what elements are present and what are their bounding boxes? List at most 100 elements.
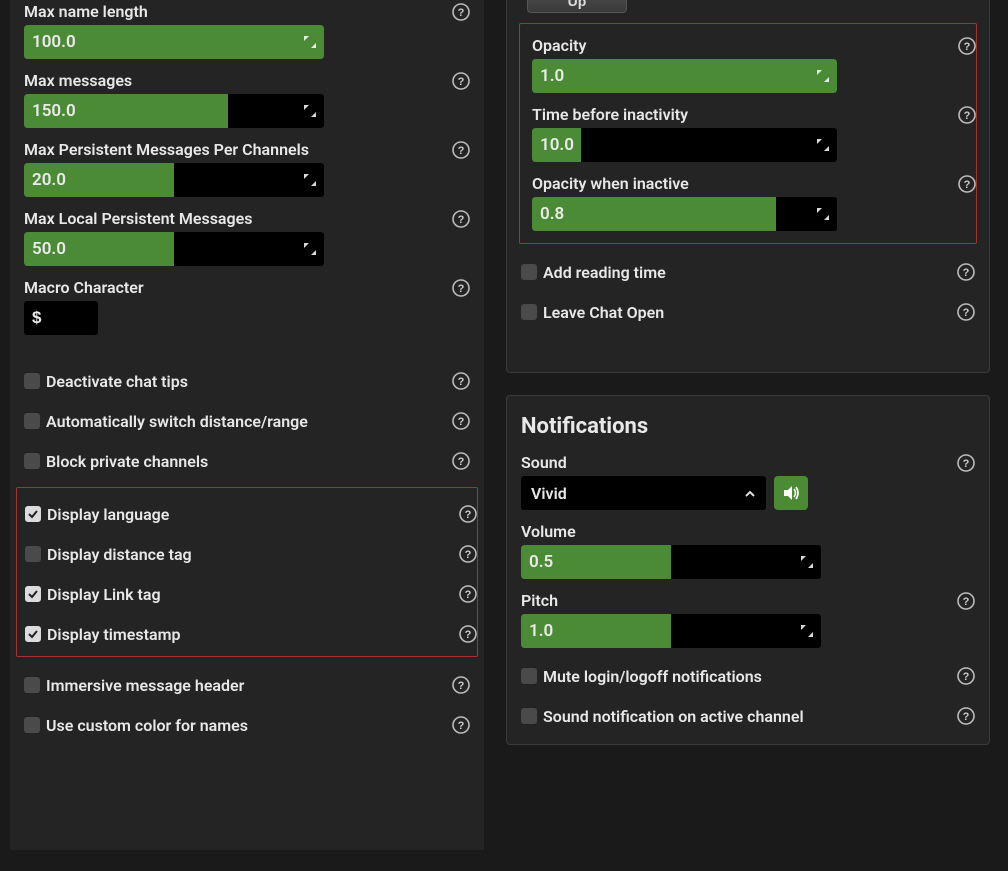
up-button[interactable]: Up (527, 0, 627, 13)
display-link-tag-label: Display Link tag (47, 585, 161, 604)
pitch-slider[interactable]: 1.0 (521, 614, 821, 648)
checkbox-leave-chat-open[interactable] (521, 304, 537, 320)
play-sound-button[interactable] (774, 476, 808, 510)
macro-character-input[interactable] (24, 301, 98, 335)
resize-icon (304, 36, 316, 48)
field-max-local-persistent: Max Local Persistent Messages 50.0 (24, 209, 470, 266)
sound-dropdown[interactable]: Vivid (521, 476, 766, 510)
help-icon[interactable] (452, 3, 470, 21)
deactivate-chat-tips-label: Deactivate chat tips (46, 372, 188, 391)
field-opacity: Opacity 1.0 (532, 36, 964, 93)
row-immersive-header: Immersive message header (24, 673, 470, 697)
checkbox-display-link-tag[interactable] (25, 586, 41, 602)
block-private-channels-label: Block private channels (46, 452, 208, 471)
help-icon[interactable] (452, 72, 470, 90)
checkbox-block-private-channels[interactable] (24, 453, 40, 469)
checkbox-autoswitch-distance[interactable] (24, 413, 40, 429)
max-name-length-value: 100.0 (24, 32, 76, 52)
opacity-slider[interactable]: 1.0 (532, 59, 837, 93)
max-messages-slider[interactable]: 150.0 (24, 94, 324, 128)
help-icon[interactable] (459, 625, 477, 643)
help-icon[interactable] (957, 303, 975, 321)
right-top-panel: Up Opacity 1.0 Time before inactivity 10… (506, 0, 990, 373)
max-persistent-label: Max Persistent Messages Per Channels (24, 140, 470, 159)
help-icon[interactable] (459, 505, 477, 523)
help-icon[interactable] (957, 592, 975, 610)
help-icon[interactable] (957, 707, 975, 725)
help-icon[interactable] (452, 452, 470, 470)
resize-icon (817, 139, 829, 151)
resize-icon (801, 625, 813, 637)
max-local-persistent-label: Max Local Persistent Messages (24, 209, 470, 228)
checkbox-display-distance-tag[interactable] (25, 546, 41, 562)
max-local-persistent-value: 50.0 (24, 239, 66, 259)
volume-value: 0.5 (521, 552, 553, 572)
help-icon[interactable] (452, 279, 470, 297)
opacity-inactive-value: 0.8 (532, 204, 564, 224)
resize-icon (304, 243, 316, 255)
row-autoswitch-distance: Automatically switch distance/range (24, 409, 470, 433)
field-max-messages: Max messages 150.0 (24, 71, 470, 128)
row-sound-active-channel: Sound notification on active channel (521, 704, 975, 728)
notifications-panel: Notifications Sound Vivid Volume 0.5 (506, 395, 990, 745)
row-leave-chat-open: Leave Chat Open (521, 300, 975, 324)
row-add-reading-time: Add reading time (521, 260, 975, 284)
checkbox-display-timestamp[interactable] (25, 626, 41, 642)
help-icon[interactable] (452, 210, 470, 228)
time-before-inactivity-slider[interactable]: 10.0 (532, 128, 837, 162)
row-display-link-tag: Display Link tag (25, 582, 469, 606)
help-icon[interactable] (459, 545, 477, 563)
opacity-label: Opacity (532, 36, 964, 55)
sound-label: Sound (521, 453, 975, 472)
time-before-inactivity-value: 10.0 (532, 135, 574, 155)
help-icon[interactable] (452, 676, 470, 694)
help-icon[interactable] (452, 372, 470, 390)
display-distance-tag-label: Display distance tag (47, 545, 192, 564)
resize-icon (801, 556, 813, 568)
custom-color-names-label: Use custom color for names (46, 716, 248, 735)
max-name-length-slider[interactable]: 100.0 (24, 25, 324, 59)
help-icon[interactable] (958, 37, 976, 55)
opacity-inactive-slider[interactable]: 0.8 (532, 197, 837, 231)
checkbox-sound-active-channel[interactable] (521, 708, 537, 724)
max-messages-value: 150.0 (24, 101, 76, 121)
help-icon[interactable] (452, 141, 470, 159)
help-icon[interactable] (459, 585, 477, 603)
volume-slider[interactable]: 0.5 (521, 545, 821, 579)
display-timestamp-label: Display timestamp (47, 625, 181, 644)
left-settings-panel: Max name length 100.0 Max messages 150.0… (10, 0, 484, 850)
checkbox-add-reading-time[interactable] (521, 264, 537, 280)
checkbox-custom-color-names[interactable] (24, 717, 40, 733)
checkbox-immersive-header[interactable] (24, 677, 40, 693)
max-persistent-slider[interactable]: 20.0 (24, 163, 324, 197)
field-volume: Volume 0.5 (521, 522, 975, 579)
immersive-header-label: Immersive message header (46, 676, 244, 695)
max-local-persistent-slider[interactable]: 50.0 (24, 232, 324, 266)
add-reading-time-label: Add reading time (543, 263, 666, 282)
mute-login-logoff-label: Mute login/logoff notifications (543, 667, 762, 686)
resize-icon (304, 174, 316, 186)
autoswitch-distance-label: Automatically switch distance/range (46, 412, 308, 431)
caret-up-icon (744, 484, 756, 503)
display-language-label: Display language (47, 505, 169, 524)
help-icon[interactable] (958, 106, 976, 124)
help-icon[interactable] (452, 716, 470, 734)
help-icon[interactable] (957, 454, 975, 472)
checkbox-mute-login-logoff[interactable] (521, 668, 537, 684)
help-icon[interactable] (957, 667, 975, 685)
sound-value: Vivid (531, 484, 567, 503)
checkbox-deactivate-chat-tips[interactable] (24, 373, 40, 389)
help-icon[interactable] (958, 175, 976, 193)
field-pitch: Pitch 1.0 (521, 591, 975, 648)
field-macro-character: Macro Character (24, 278, 470, 335)
volume-label: Volume (521, 522, 975, 541)
checkbox-display-language[interactable] (25, 506, 41, 522)
help-icon[interactable] (452, 412, 470, 430)
field-max-name-length: Max name length 100.0 (24, 2, 470, 59)
macro-character-label: Macro Character (24, 278, 470, 297)
time-before-inactivity-label: Time before inactivity (532, 105, 964, 124)
row-display-timestamp: Display timestamp (25, 622, 469, 646)
leave-chat-open-label: Leave Chat Open (543, 303, 664, 322)
highlight-box-left: Display language Display distance tag Di… (16, 487, 478, 657)
help-icon[interactable] (957, 263, 975, 281)
